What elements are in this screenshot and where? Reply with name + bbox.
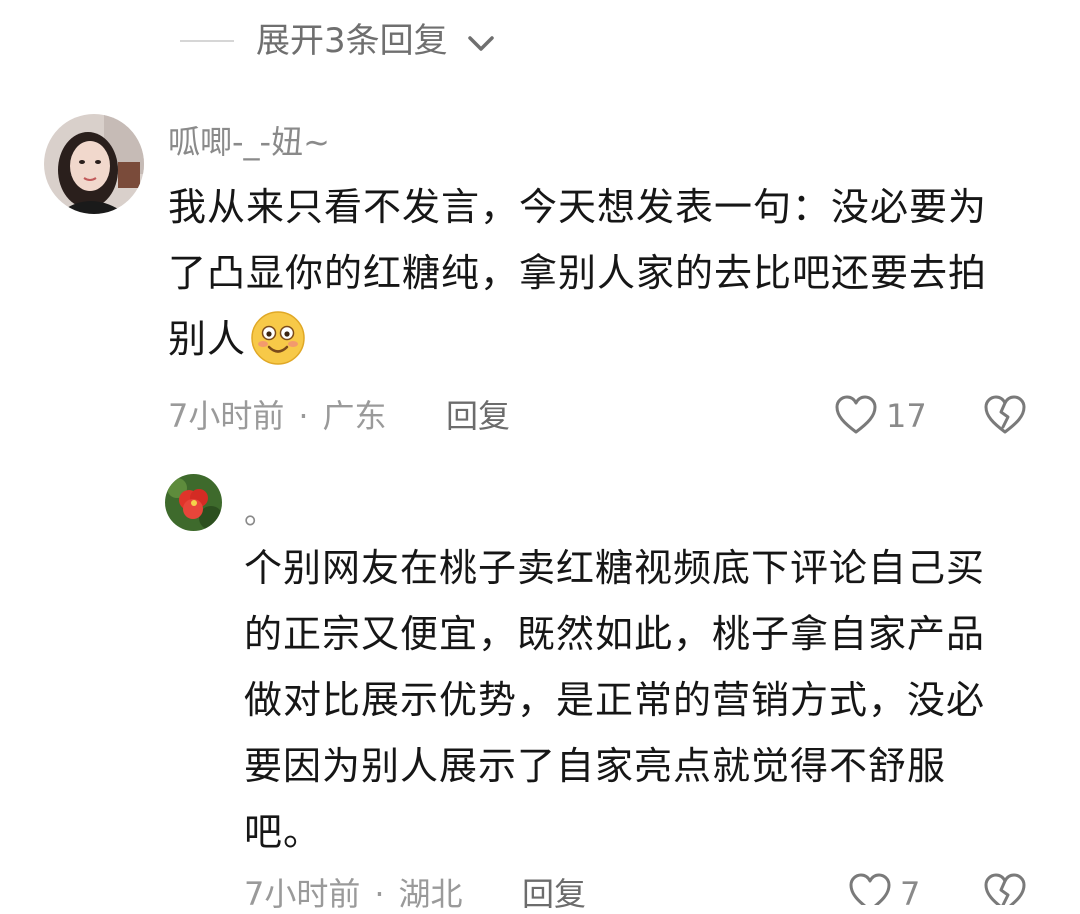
comment-meta: 7小时前 · 广东 xyxy=(168,396,387,436)
comment-text-line: 吧。 xyxy=(244,810,323,854)
reply-button[interactable]: 回复 xyxy=(446,396,510,436)
chevron-down-icon[interactable] xyxy=(466,28,496,58)
like-count: 17 xyxy=(886,397,927,435)
comment-username[interactable]: 。 xyxy=(244,492,276,532)
comment-meta: 7小时前 · 湖北 xyxy=(244,874,463,914)
comment-time: 7小时前 xyxy=(168,397,285,435)
comment-text-line: 了凸显你的红糖纯，拿别人家的去比吧还要去拍 xyxy=(168,251,988,295)
expand-divider-line xyxy=(180,40,234,42)
heart-icon[interactable] xyxy=(848,872,892,905)
like-count: 7 xyxy=(900,875,921,913)
comment-text: 个别网友在桃子卖红糖视频底下评论自己买 的正宗又便宜，既然如此，桃子拿自家产品 … xyxy=(244,535,1064,865)
comment-location: 广东 xyxy=(322,397,387,435)
comment-text-line: 要因为别人展示了自家亮点就觉得不舒服 xyxy=(244,744,947,788)
comment-username[interactable]: 呱唧-_-妞~ xyxy=(168,122,330,162)
comment-text-line: 我从来只看不发言，今天想发表一句：没必要为 xyxy=(168,185,988,229)
avatar[interactable] xyxy=(44,114,144,214)
comment-text-line: 做对比展示优势，是正常的营销方式，没必 xyxy=(244,678,986,722)
meta-separator: · xyxy=(298,397,309,435)
comment-location: 湖北 xyxy=(398,875,463,913)
comment-text-line: 的正宗又便宜，既然如此，桃子拿自家产品 xyxy=(244,612,986,656)
meta-separator: · xyxy=(374,875,385,913)
comment-text-fragment: 别人 xyxy=(168,317,247,361)
expand-replies-button[interactable]: 展开3条回复 xyxy=(256,18,448,64)
comment-text-line: 别人 xyxy=(168,306,1048,372)
comment-text: 我从来只看不发言，今天想发表一句：没必要为 了凸显你的红糖纯，拿别人家的去比吧还… xyxy=(168,174,1048,372)
blush-smile-emoji xyxy=(250,310,306,366)
comment-text-line: 个别网友在桃子卖红糖视频底下评论自己买 xyxy=(244,546,986,590)
heart-icon[interactable] xyxy=(834,394,878,436)
broken-heart-icon[interactable] xyxy=(982,394,1028,436)
comment-time: 7小时前 xyxy=(244,875,361,913)
avatar[interactable] xyxy=(165,474,222,531)
reply-button[interactable]: 回复 xyxy=(522,874,586,914)
broken-heart-icon[interactable] xyxy=(982,872,1028,905)
